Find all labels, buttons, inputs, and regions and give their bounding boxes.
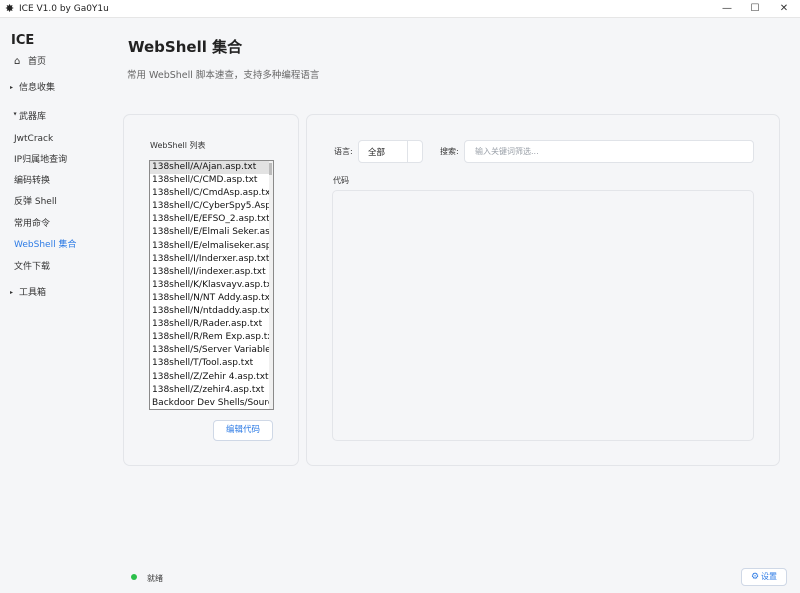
code-panel: 语言: 全部 搜索: 代码 (306, 114, 780, 466)
close-button[interactable]: ✕ (770, 0, 798, 18)
language-select[interactable]: 全部 (358, 140, 423, 163)
status-indicator (131, 574, 137, 580)
list-item[interactable]: 138shell/I/indexer.asp.txt (150, 266, 269, 279)
sidebar-item-label: 首页 (28, 57, 47, 67)
search-input[interactable] (464, 140, 754, 163)
list-item[interactable]: 138shell/I/Inderxer.asp.txt (150, 253, 269, 266)
list-item[interactable]: 138shell/C/CyberSpy5.Asp.t (150, 200, 269, 213)
list-item[interactable]: 138shell/E/EFSO_2.asp.txt (150, 213, 269, 226)
window-title: ICE V1.0 by Ga0Y1u (19, 4, 109, 14)
sidebar-group-info[interactable]: ▸ 信息收集 (10, 82, 55, 94)
app-brand: ICE (11, 33, 35, 48)
webshell-list-panel: WebShell 列表 138shell/A/Ajan.asp.txt 138sh… (123, 114, 299, 466)
list-item[interactable]: 138shell/Z/Zehir 4.asp.txt (150, 371, 269, 384)
sidebar-item-webshell[interactable]: WebShell 集合 (14, 239, 76, 251)
list-item[interactable]: Backdoor Dev Shells/Source (150, 397, 269, 409)
sidebar-item-jwtcrack[interactable]: JwtCrack (14, 133, 53, 145)
sidebar-item-common-commands[interactable]: 常用命令 (14, 218, 50, 230)
app-logo-icon: ✸ (5, 2, 15, 15)
sidebar: ICE ⌂ 首页 ▸ 信息收集 ▸武器库 JwtCrack IP归属地查询 编码转换… (0, 19, 112, 593)
page-subtitle: 常用 WebShell 脚本速查，支持多种编程语言 (127, 70, 320, 81)
page-title: WebShell 集合 (128, 38, 243, 56)
list-item[interactable]: 138shell/C/CMD.asp.txt (150, 174, 269, 187)
list-item[interactable]: 138shell/T/Tool.asp.txt (150, 357, 269, 370)
sidebar-item-file-download[interactable]: 文件下载 (14, 261, 50, 273)
list-item[interactable]: 138shell/R/Rader.asp.txt (150, 318, 269, 331)
list-scrollbar-thumb[interactable] (269, 163, 272, 175)
sidebar-group-label: 工具箱 (19, 288, 47, 298)
list-item[interactable]: 138shell/C/CmdAsp.asp.txt (150, 187, 269, 200)
language-select-value: 全部 (368, 148, 386, 158)
list-item[interactable]: 138shell/K/Klasvayv.asp.txt (150, 279, 269, 292)
gear-icon: ⚙ (750, 572, 760, 582)
list-scrollbar[interactable] (269, 161, 273, 409)
maximize-button[interactable]: ☐ (741, 0, 769, 18)
caret-right-icon: ▸ (10, 84, 14, 91)
language-label: 语言: (334, 147, 353, 156)
webshell-listbox[interactable]: 138shell/A/Ajan.asp.txt 138shell/C/CMD.as… (149, 160, 274, 410)
list-item[interactable]: 138shell/N/ntdaddy.asp.txt (150, 305, 269, 318)
home-icon: ⌂ (14, 56, 21, 67)
search-label: 搜索: (440, 147, 459, 156)
sidebar-item-home[interactable]: ⌂ 首页 (14, 56, 46, 68)
list-item[interactable]: 138shell/Z/zehir4.asp.txt (150, 384, 269, 397)
sidebar-group-weapons[interactable]: ▸武器库 (10, 111, 47, 123)
sidebar-item-encoding[interactable]: 编码转换 (14, 175, 50, 187)
code-label: 代码 (333, 176, 349, 185)
sidebar-item-ip-lookup[interactable]: IP归属地查询 (14, 154, 67, 166)
list-item[interactable]: 138shell/E/Elmali Seker.asp. (150, 226, 269, 239)
sidebar-item-reverse-shell[interactable]: 反弹 Shell (14, 196, 57, 208)
list-item[interactable]: 138shell/S/Server Variables. (150, 344, 269, 357)
webshell-list: 138shell/A/Ajan.asp.txt 138shell/C/CMD.as… (150, 161, 273, 409)
status-text: 就绪 (147, 574, 163, 583)
list-item[interactable]: 138shell/R/Rem Exp.asp.txt (150, 331, 269, 344)
title-bar: ✸ ICE V1.0 by Ga0Y1u — ☐ ✕ (0, 0, 800, 18)
edit-code-button[interactable]: 编辑代码 (213, 420, 273, 441)
settings-button[interactable]: ⚙ 设置 (741, 568, 787, 586)
select-divider (407, 141, 408, 162)
sidebar-group-label: 武器库 (19, 112, 47, 122)
list-item[interactable]: 138shell/E/elmaliseker.asp.t (150, 240, 269, 253)
caret-right-icon: ▸ (10, 289, 14, 296)
settings-label: 设置 (761, 572, 778, 581)
sidebar-group-tools[interactable]: ▸ 工具箱 (10, 287, 46, 299)
list-item[interactable]: 138shell/N/NT Addy.asp.txt (150, 292, 269, 305)
minimize-button[interactable]: — (713, 0, 741, 18)
caret-down-icon: ▸ (11, 112, 19, 116)
code-textarea[interactable] (332, 190, 754, 441)
list-item[interactable]: 138shell/A/Ajan.asp.txt (150, 161, 269, 175)
sidebar-group-label: 信息收集 (19, 83, 56, 93)
list-label: WebShell 列表 (150, 141, 206, 150)
